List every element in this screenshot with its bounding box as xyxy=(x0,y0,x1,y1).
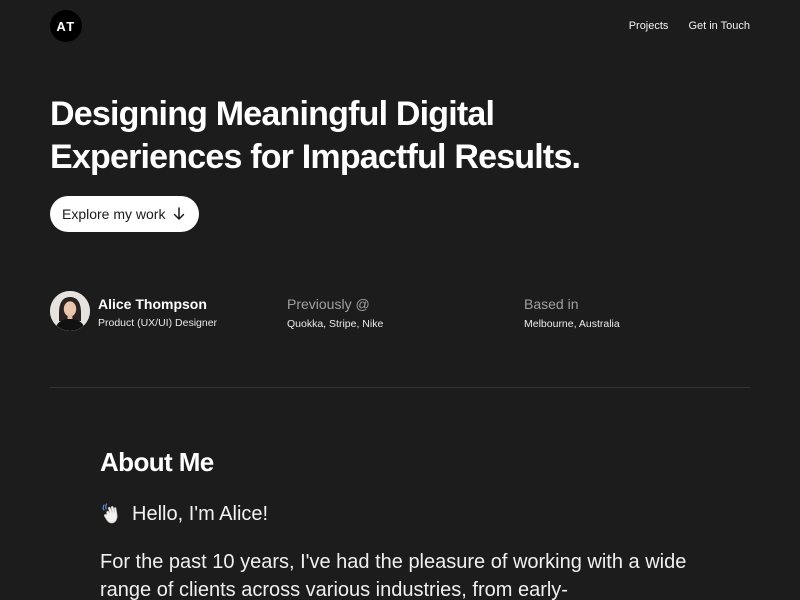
nav-get-in-touch-link[interactable]: Get in Touch xyxy=(688,20,750,32)
portfolio-page: AT Projects Get in Touch Designing Meani… xyxy=(0,0,800,600)
avatar-portrait xyxy=(50,291,90,331)
hero-title: Designing Meaningful Digital Experiences… xyxy=(50,93,670,179)
previously-label: Previously @ xyxy=(287,296,370,312)
site-header: AT Projects Get in Touch xyxy=(50,10,750,42)
profile-name: Alice Thompson xyxy=(98,295,207,312)
profile-role: Product (UX/UI) Designer xyxy=(98,316,218,329)
logo[interactable]: AT xyxy=(50,10,82,42)
hero-title-line-2: Experiences for Impactful Results. xyxy=(50,138,581,176)
based-in-label: Based in xyxy=(524,296,579,312)
logo-text: AT xyxy=(56,18,76,34)
hello-line: Hello, I'm Alice! xyxy=(100,502,268,526)
about-title: About Me xyxy=(100,447,214,477)
about-body-text: For the past 10 years, I've had the plea… xyxy=(100,551,687,600)
arrow-down-icon xyxy=(174,207,185,220)
based-in-value: Melbourne, Australia xyxy=(524,318,620,330)
based-in-block: Based in Melbourne, Australia xyxy=(524,296,620,330)
nav-projects-link[interactable]: Projects xyxy=(629,20,669,32)
avatar xyxy=(50,291,90,331)
profile-block: Alice Thompson Product (UX/UI) Designer xyxy=(50,291,217,331)
main-nav: Projects Get in Touch xyxy=(629,20,750,32)
previously-value: Quokka, Stripe, Nike xyxy=(287,318,384,330)
waving-hand-icon xyxy=(102,503,118,524)
section-divider xyxy=(50,387,750,388)
hero-title-line-1: Designing Meaningful Digital xyxy=(50,95,495,133)
profile-text: Alice Thompson Product (UX/UI) Designer xyxy=(98,294,217,329)
hello-text: Hello, I'm Alice! xyxy=(132,502,269,525)
profile-info-row: Alice Thompson Product (UX/UI) Designer … xyxy=(50,291,750,333)
explore-my-work-button[interactable]: Explore my work xyxy=(50,196,200,232)
explore-button-label: Explore my work xyxy=(62,206,166,222)
previously-block: Previously @ Quokka, Stripe, Nike xyxy=(287,296,383,330)
